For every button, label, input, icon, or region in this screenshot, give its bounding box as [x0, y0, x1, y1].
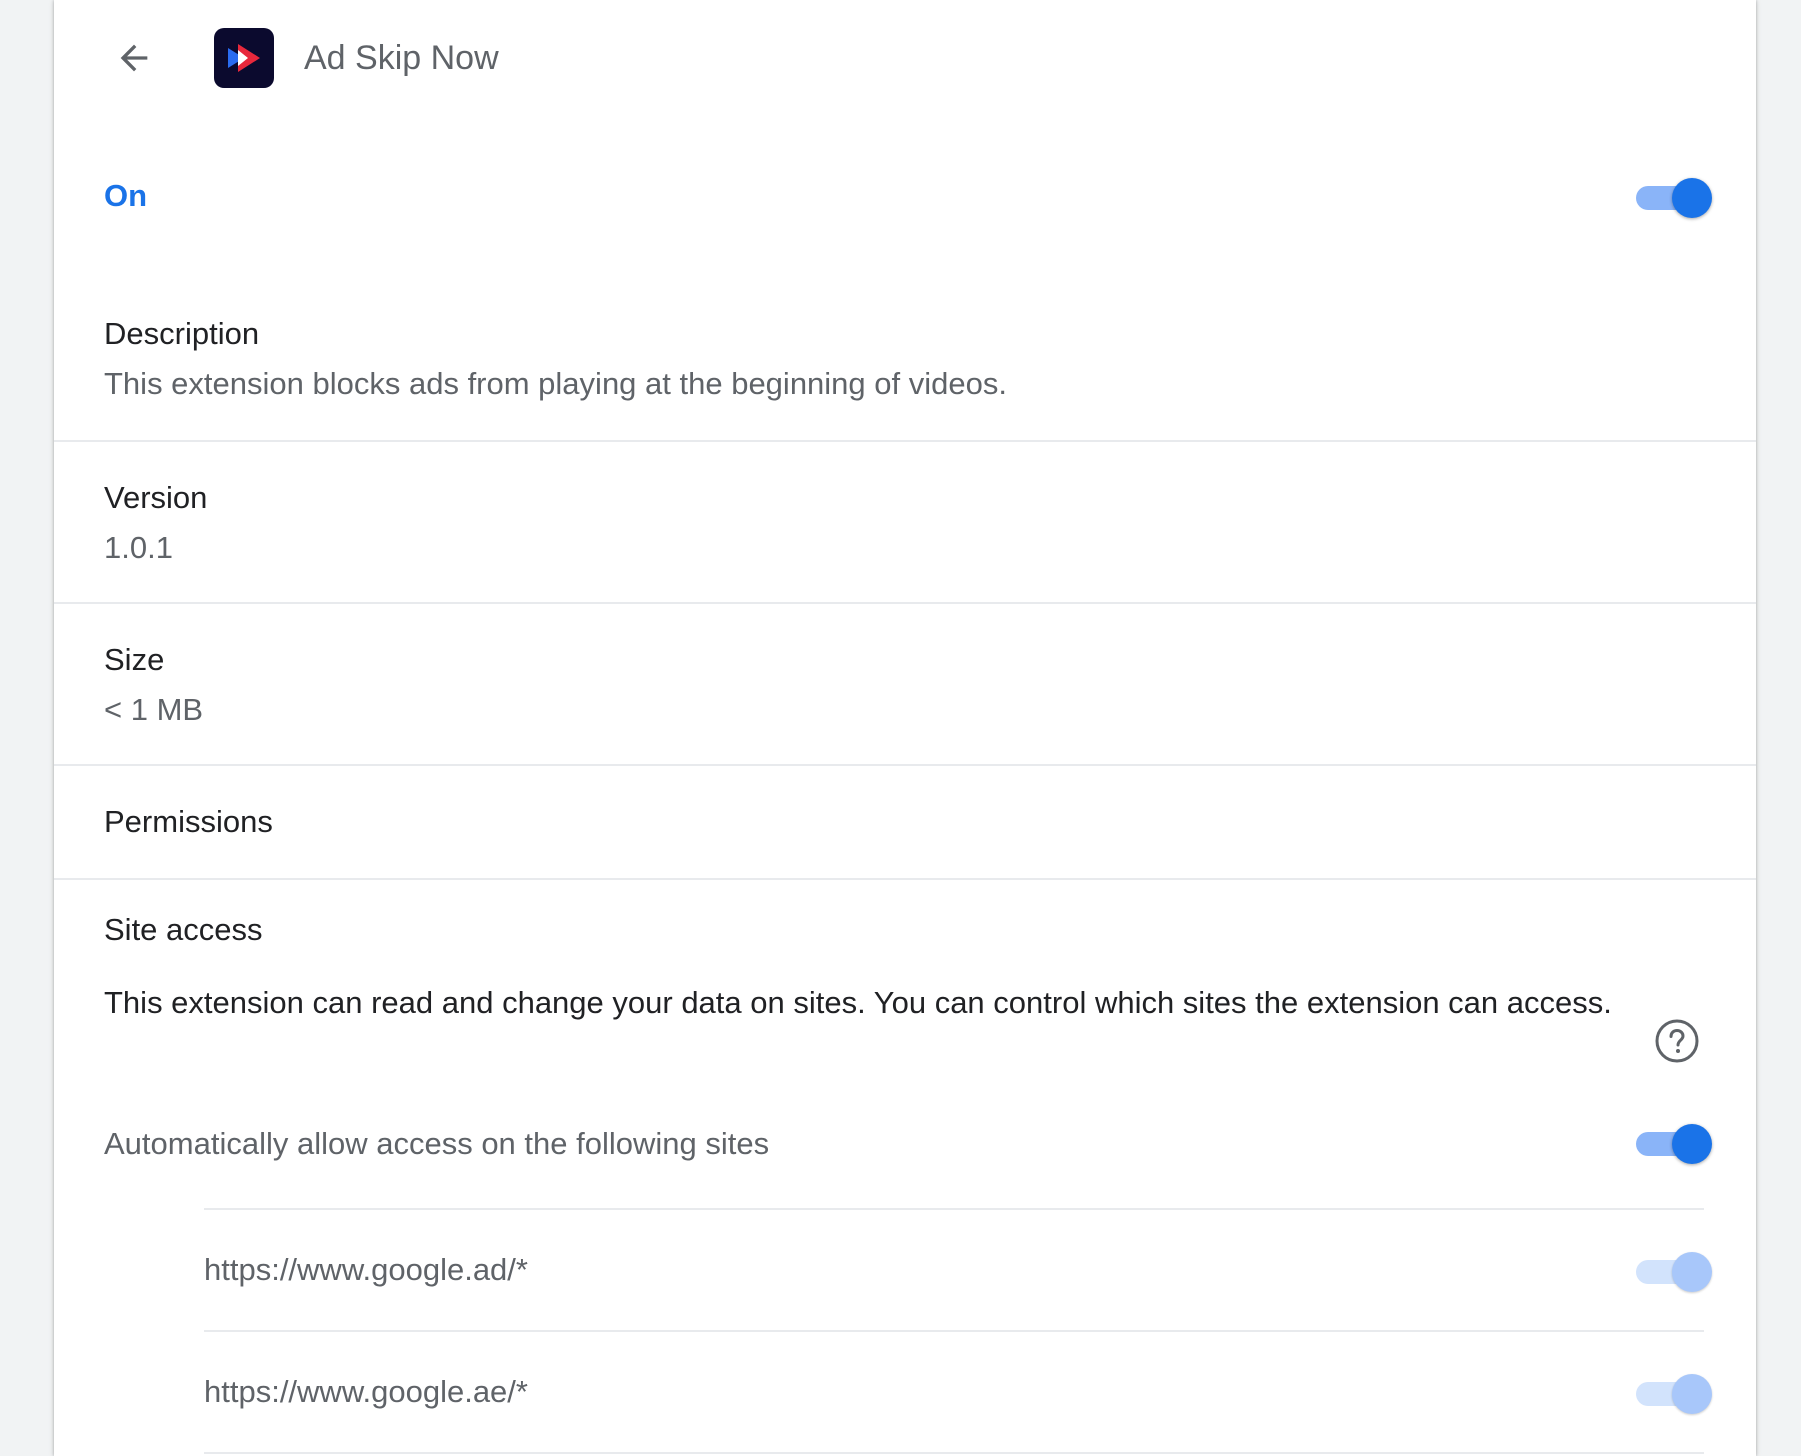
permissions-label: Permissions: [104, 804, 273, 839]
extension-details-card: Ad Skip Now On Description This extensio…: [54, 0, 1756, 1456]
toggle-knob: [1672, 178, 1712, 218]
size-value: < 1 MB: [104, 692, 204, 727]
back-button[interactable]: [104, 28, 164, 88]
list-item: https://www.google.ae/*: [204, 1330, 1712, 1452]
toggle-knob: [1672, 1374, 1712, 1414]
version-label: Version: [104, 480, 208, 515]
toggle-knob: [1672, 1252, 1712, 1292]
description-section: Description This extension blocks ads fr…: [54, 300, 1756, 442]
status-label: On: [104, 178, 148, 213]
site-access-title: Site access: [104, 912, 263, 947]
description-text: This extension blocks ads from playing a…: [104, 366, 1007, 401]
enable-row: On: [54, 150, 1756, 246]
site-access-section: Site access This extension can read and …: [54, 880, 1756, 1456]
site-list: https://www.google.ad/* https://www.goog…: [204, 1208, 1712, 1456]
list-divider: [204, 1452, 1704, 1456]
site-url: https://www.google.ad/*: [204, 1252, 528, 1287]
ad-skip-now-app-icon: [214, 28, 274, 88]
site-toggle[interactable]: [1634, 1250, 1714, 1292]
auto-allow-toggle[interactable]: [1634, 1122, 1714, 1164]
arrow-back-icon: [120, 44, 148, 72]
size-section: Size < 1 MB: [54, 604, 1756, 766]
toggle-knob: [1672, 1124, 1712, 1164]
site-access-description: This extension can read and change your …: [104, 985, 1612, 1020]
page-title: Ad Skip Now: [304, 39, 499, 77]
site-url: https://www.google.ae/*: [204, 1374, 528, 1409]
version-section: Version 1.0.1: [54, 442, 1756, 604]
permissions-section: Permissions: [54, 766, 1756, 880]
help-circle-icon[interactable]: [1654, 1018, 1700, 1064]
extension-enable-toggle[interactable]: [1634, 176, 1714, 218]
page-header: Ad Skip Now: [54, 0, 1756, 116]
size-label: Size: [104, 642, 165, 677]
list-item: https://www.google.ad/*: [204, 1208, 1712, 1330]
auto-allow-label: Automatically allow access on the follow…: [104, 1126, 770, 1161]
description-label: Description: [104, 316, 260, 351]
site-toggle[interactable]: [1634, 1372, 1714, 1414]
version-value: 1.0.1: [104, 530, 173, 565]
